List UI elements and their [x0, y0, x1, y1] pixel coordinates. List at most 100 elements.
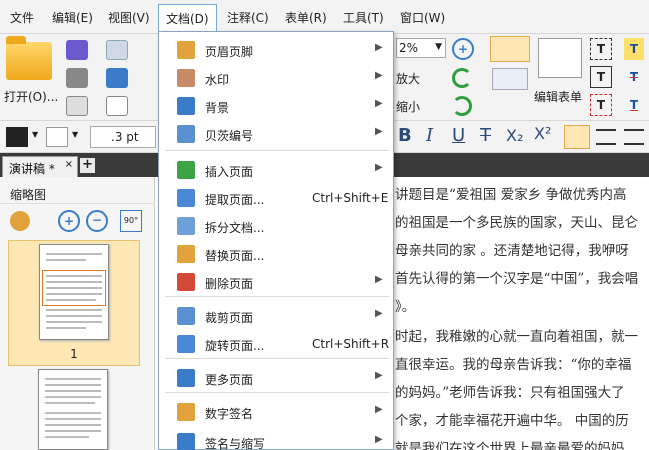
menu-document[interactable]: 文档(D): [158, 4, 217, 31]
new-page-icon[interactable]: [106, 96, 128, 116]
italic-button[interactable]: I: [426, 125, 433, 146]
stroke-color-icon[interactable]: [46, 127, 68, 147]
text-box-icon[interactable]: T: [590, 66, 612, 88]
document-text-line: 讲题目是“爱祖国 爱家乡 争做优秀内高: [395, 187, 627, 203]
gear-icon[interactable]: [10, 211, 30, 231]
menu-item-label: 插入页面: [205, 165, 254, 179]
menu-edit[interactable]: 编辑(E): [52, 9, 93, 26]
menu-item-crop-page[interactable]: 裁剪页面 ▶: [159, 302, 393, 330]
menu-item-insert-page[interactable]: 插入页面 ▶: [159, 156, 393, 184]
more-pages-icon: [177, 369, 195, 387]
text-field-icon[interactable]: T: [590, 38, 612, 60]
menu-item-extract-page[interactable]: 提取页面... Ctrl+Shift+E: [159, 184, 393, 212]
document-tab[interactable]: 演讲稿 * ×: [2, 156, 78, 177]
rotate-page-icon: [177, 335, 195, 353]
menu-item-label: 更多页面: [205, 373, 254, 387]
menu-file[interactable]: 文件: [10, 9, 34, 26]
chevron-down-icon[interactable]: ▼: [32, 130, 38, 139]
submenu-arrow-icon: ▶: [375, 370, 383, 381]
menu-item-digital-signature[interactable]: 数字签名 ▶: [159, 398, 393, 426]
menu-view[interactable]: 视图(V): [108, 9, 150, 26]
shrink-label[interactable]: 缩小: [396, 98, 420, 115]
rotate-right-icon[interactable]: [452, 96, 472, 116]
email-icon[interactable]: [106, 40, 128, 60]
underline-button[interactable]: U: [452, 125, 465, 146]
menu-item-split-document[interactable]: 拆分文档...: [159, 212, 393, 240]
menu-item-watermark[interactable]: 水印 ▶: [159, 64, 393, 92]
edit-form-label[interactable]: 编辑表单: [534, 88, 582, 105]
submenu-arrow-icon: ▶: [375, 162, 383, 173]
page-thumbnail-1[interactable]: 1: [8, 240, 140, 366]
menu-tools[interactable]: 工具(T): [343, 9, 384, 26]
menu-item-label: 替换页面...: [205, 249, 265, 263]
select-tool-icon[interactable]: [490, 36, 530, 62]
stroke-width-combo[interactable]: .3 pt: [90, 126, 156, 148]
save-icon[interactable]: [66, 40, 88, 60]
bates-number-icon: [177, 125, 195, 143]
signature-icon: [177, 433, 195, 450]
page-thumbnail-2[interactable]: [38, 369, 108, 450]
menu-item-replace-page[interactable]: 替换页面...: [159, 240, 393, 268]
menu-separator: [165, 296, 389, 297]
menu-item-delete-page[interactable]: 删除页面 ▶: [159, 268, 393, 296]
submenu-arrow-icon: ▶: [375, 126, 383, 137]
menu-comment[interactable]: 注释(C): [227, 9, 269, 26]
menu-item-label: 页眉页脚: [205, 45, 254, 59]
menu-item-shortcut: Ctrl+Shift+E: [312, 191, 389, 205]
menu-item-background[interactable]: 背景 ▶: [159, 92, 393, 120]
export-icon[interactable]: [66, 96, 88, 116]
align-center-icon[interactable]: [596, 129, 616, 145]
menu-window[interactable]: 窗口(W): [400, 9, 445, 26]
document-text-line: 的妈妈。”老师告诉我：只有祖国强大了: [395, 385, 625, 401]
insert-page-icon: [177, 161, 195, 179]
menu-item-bates-number[interactable]: 贝茨编号 ▶: [159, 120, 393, 148]
zoom-combo[interactable]: 2% ▼: [396, 38, 446, 58]
document-text-line: 个家，才能幸福花开遍中华。 中国的历: [395, 413, 629, 429]
crop-page-icon: [177, 307, 195, 325]
enlarge-label[interactable]: 放大: [396, 70, 420, 87]
zoom-out-icon[interactable]: −: [86, 210, 108, 232]
open-button-label[interactable]: 打开(O)...: [4, 88, 58, 105]
underline-text-icon[interactable]: T: [624, 94, 644, 116]
thumbnail-toolbar: + − 90°: [0, 207, 155, 235]
callout-icon[interactable]: T: [590, 94, 612, 116]
align-left-icon[interactable]: [564, 125, 590, 149]
menu-item-label: 删除页面: [205, 277, 254, 291]
bold-button[interactable]: B: [398, 125, 412, 146]
superscript-button[interactable]: X²: [534, 124, 551, 143]
open-folder-icon[interactable]: [6, 36, 52, 80]
close-icon[interactable]: ×: [65, 159, 73, 170]
page-number: 1: [70, 347, 78, 361]
menu-separator: [165, 150, 389, 151]
typewriter-icon[interactable]: T: [624, 38, 644, 60]
strikethrough-button[interactable]: T: [480, 125, 491, 146]
menu-item-label: 旋转页面...: [205, 339, 265, 353]
add-tab-button[interactable]: +: [80, 158, 95, 173]
viewport-marker[interactable]: [42, 270, 106, 306]
subscript-button[interactable]: X₂: [506, 126, 523, 145]
edit-form-icon[interactable]: [538, 38, 582, 78]
panel-title: 缩略图: [0, 182, 155, 204]
menu-item-signature[interactable]: 签名与缩写 ▶: [159, 428, 393, 450]
menu-form[interactable]: 表单(R): [285, 9, 327, 26]
menu-item-header-footer[interactable]: 页眉页脚 ▶: [159, 36, 393, 64]
strike-text-icon[interactable]: T: [624, 66, 644, 88]
menu-item-more-pages[interactable]: 更多页面 ▶: [159, 364, 393, 392]
menu-item-rotate-page[interactable]: 旋转页面... Ctrl+Shift+R: [159, 330, 393, 358]
chevron-down-icon[interactable]: ▼: [72, 130, 78, 139]
document-menu-dropdown: 页眉页脚 ▶ 水印 ▶ 背景 ▶ 贝茨编号 ▶ 插入页面 ▶ 提取页面... Ctrl+Shift+E…: [158, 31, 394, 450]
submenu-arrow-icon: ▶: [375, 42, 383, 53]
rotate-left-icon[interactable]: [452, 68, 472, 88]
digital-signature-icon: [177, 403, 195, 421]
menubar: 文件 编辑(E) 视图(V) 文档(D) 注释(C) 表单(R) 工具(T) 窗…: [0, 0, 649, 34]
align-right-icon[interactable]: [624, 129, 644, 145]
fill-color-icon[interactable]: [6, 127, 28, 147]
menu-item-label: 裁剪页面: [205, 311, 254, 325]
zoom-in-icon[interactable]: +: [452, 38, 474, 60]
chevron-down-icon: ▼: [435, 42, 442, 52]
scan-icon[interactable]: [106, 68, 128, 88]
print-icon[interactable]: [66, 68, 88, 88]
rotate-thumbnail-icon[interactable]: 90°: [120, 210, 142, 232]
add-text-icon[interactable]: [492, 68, 528, 90]
zoom-in-icon[interactable]: +: [58, 210, 80, 232]
